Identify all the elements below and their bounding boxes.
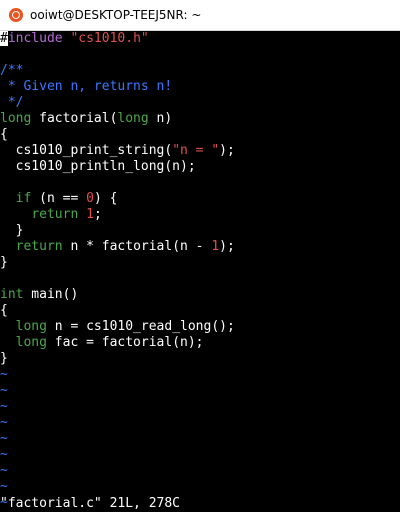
code-line: {	[0, 303, 400, 319]
window-titlebar[interactable]: ooiwt@DESKTOP-TEEJ5NR: ~	[0, 0, 400, 31]
text-cursor: #	[0, 31, 8, 46]
code-line: */	[0, 95, 400, 111]
code-token: n = cs1010_read_long();	[46, 319, 235, 334]
terminal-area[interactable]: #include "cs1010.h" /** * Given n, retur…	[0, 31, 400, 512]
code-token: fac = factorial(n);	[46, 335, 204, 350]
code-token: * Given n, returns n!	[0, 79, 173, 94]
code-line: /**	[0, 63, 400, 79]
code-token: (n ==	[31, 191, 87, 206]
code-token: );	[219, 143, 235, 158]
code-token: ) {	[93, 191, 118, 206]
empty-buffer-line: ~	[0, 431, 8, 446]
code-token: return	[31, 207, 79, 222]
code-token: {	[0, 127, 8, 142]
code-token: 1	[86, 207, 94, 222]
empty-buffer-line: ~	[0, 479, 8, 494]
code-token: cs1010_print_string(	[0, 143, 173, 158]
code-token: }	[0, 351, 8, 366]
code-token: n)	[148, 111, 173, 126]
code-token: "cs1010.h"	[70, 31, 149, 46]
code-token: return	[15, 239, 63, 254]
code-token: long	[15, 319, 47, 334]
code-line: long factorial(long n)	[0, 111, 400, 127]
code-line: {	[0, 127, 400, 143]
code-line: }	[0, 255, 400, 271]
code-token: if	[15, 191, 32, 206]
code-line: return n * factorial(n - 1);	[0, 239, 400, 255]
code-line: }	[0, 351, 400, 367]
code-token: */	[0, 95, 24, 110]
code-line: #include "cs1010.h"	[0, 31, 400, 47]
code-token: long	[15, 335, 47, 350]
window-title: ooiwt@DESKTOP-TEEJ5NR: ~	[30, 8, 202, 22]
code-token: factorial(	[31, 111, 118, 126]
code-line: long fac = factorial(n);	[0, 335, 400, 351]
code-token: cs1010_println_long(n);	[0, 159, 196, 174]
code-line: * Given n, returns n!	[0, 79, 400, 95]
code-token: /**	[0, 63, 24, 78]
code-token: }	[0, 223, 24, 238]
empty-buffer-line: ~	[0, 463, 8, 478]
ubuntu-icon	[9, 8, 23, 22]
code-token: long	[0, 111, 32, 126]
code-token: ;	[93, 207, 102, 222]
code-token: {	[0, 303, 8, 318]
empty-buffer-line: ~	[0, 447, 8, 462]
code-line: cs1010_print_string("n = ");	[0, 143, 400, 159]
code-line: cs1010_println_long(n);	[0, 159, 400, 175]
code-line: int main()	[0, 287, 400, 303]
empty-buffer-line: ~	[0, 383, 8, 398]
code-token: 1	[211, 239, 220, 254]
empty-buffer-line: ~	[0, 367, 8, 382]
code-token: int	[0, 287, 24, 302]
code-line: }	[0, 223, 400, 239]
code-token: 0	[86, 191, 94, 206]
empty-buffer-line: ~	[0, 399, 8, 414]
code-token: long	[117, 111, 149, 126]
code-token: include	[7, 31, 71, 46]
code-token: "n = "	[172, 143, 220, 158]
code-token: }	[0, 255, 8, 270]
code-token: n * factorial(n -	[62, 239, 212, 254]
empty-buffer-line: ~	[0, 415, 8, 430]
editor-buffer[interactable]: #include "cs1010.h" /** * Given n, retur…	[0, 31, 400, 511]
code-line: if (n == 0) {	[0, 191, 400, 207]
code-line: long n = cs1010_read_long();	[0, 319, 400, 335]
code-token: );	[219, 239, 235, 254]
code-token: main()	[23, 287, 79, 302]
vim-status-line: "factorial.c" 21L, 278C	[0, 496, 181, 511]
code-line: return 1;	[0, 207, 400, 223]
